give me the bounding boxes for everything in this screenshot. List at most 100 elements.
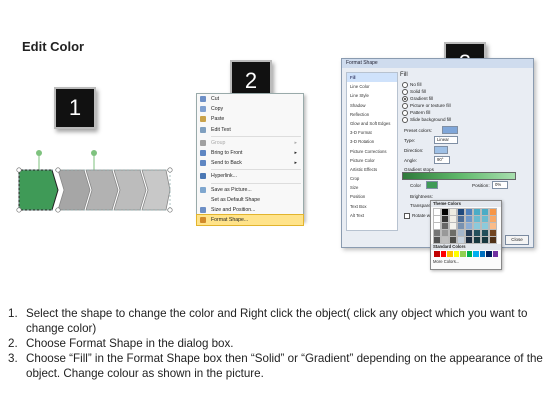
page-title: Edit Color	[22, 39, 85, 54]
menu-item-save-as-picture[interactable]: Save as Picture...	[197, 185, 303, 195]
menu-item-paste[interactable]: Paste	[197, 114, 303, 124]
sidebar-item-size[interactable]: Size	[347, 183, 397, 192]
menu-separator	[211, 135, 301, 137]
theme-color-swatch[interactable]	[449, 208, 457, 216]
angle-field[interactable]: 90°	[434, 156, 450, 164]
theme-color-swatch[interactable]	[441, 222, 449, 230]
theme-color-swatch[interactable]	[481, 222, 489, 230]
standard-color-swatch[interactable]	[460, 251, 466, 257]
sidebar-item-glow-and-soft-edges[interactable]: Glow and Soft Edges	[347, 119, 397, 128]
theme-color-swatch[interactable]	[433, 222, 441, 230]
option-gradient-fill[interactable]: Gradient fill	[402, 96, 433, 102]
theme-color-swatch[interactable]	[481, 229, 489, 237]
theme-color-swatch[interactable]	[441, 236, 449, 244]
theme-color-swatch[interactable]	[473, 215, 481, 223]
standard-color-swatch[interactable]	[473, 251, 479, 257]
arrow-shapes[interactable]	[14, 150, 174, 220]
sidebar-item-line-style[interactable]: Line Style	[347, 91, 397, 100]
theme-color-swatch[interactable]	[433, 236, 441, 244]
option-picture-fill[interactable]: Picture or texture fill	[402, 103, 451, 109]
position-field[interactable]: 0%	[492, 181, 508, 189]
theme-color-swatch[interactable]	[489, 222, 497, 230]
theme-color-swatch[interactable]	[457, 215, 465, 223]
theme-color-swatch[interactable]	[473, 229, 481, 237]
shape-sample[interactable]	[14, 150, 174, 220]
menu-item-cut[interactable]: Cut	[197, 94, 303, 104]
theme-color-swatch[interactable]	[441, 215, 449, 223]
theme-color-swatch[interactable]	[489, 236, 497, 244]
theme-color-swatch[interactable]	[473, 222, 481, 230]
standard-color-swatch[interactable]	[447, 251, 453, 257]
sidebar-item-alt-text[interactable]: Alt Text	[347, 211, 397, 220]
option-solid-fill[interactable]: Solid fill	[402, 89, 426, 95]
theme-color-swatch[interactable]	[449, 236, 457, 244]
theme-color-swatch[interactable]	[481, 236, 489, 244]
menu-item-edit-text[interactable]: Edit Text	[197, 125, 303, 135]
sidebar-item-line-color[interactable]: Line Color	[347, 82, 397, 91]
sidebar-item-3-d-format[interactable]: 3-D Format	[347, 128, 397, 137]
menu-item-group[interactable]: Group ▸	[197, 138, 303, 148]
theme-color-swatch[interactable]	[433, 229, 441, 237]
theme-color-swatch[interactable]	[441, 229, 449, 237]
theme-color-swatch[interactable]	[449, 229, 457, 237]
theme-color-swatch[interactable]	[433, 215, 441, 223]
sidebar-item-crop[interactable]: Crop	[347, 174, 397, 183]
menu-item-bring-to-front[interactable]: Bring to Front ▸	[197, 148, 303, 158]
theme-color-swatch[interactable]	[465, 229, 473, 237]
menu-item-copy[interactable]: Copy	[197, 104, 303, 114]
type-dropdown[interactable]: Linear	[434, 136, 458, 144]
theme-color-swatch[interactable]	[433, 208, 441, 216]
theme-color-swatch[interactable]	[441, 208, 449, 216]
menu-item-set-as-default-shape[interactable]: Set as Default Shape	[197, 195, 303, 205]
option-no-fill[interactable]: No fill	[402, 82, 422, 88]
standard-color-swatch[interactable]	[492, 251, 498, 257]
theme-color-swatch[interactable]	[457, 222, 465, 230]
menu-item-hyperlink[interactable]: Hyperlink...	[197, 171, 303, 181]
theme-color-swatch[interactable]	[465, 215, 473, 223]
sidebar-item-artistic-effects[interactable]: Artistic Effects	[347, 165, 397, 174]
theme-color-swatch[interactable]	[473, 236, 481, 244]
sidebar-item-reflection[interactable]: Reflection	[347, 110, 397, 119]
theme-color-swatch[interactable]	[473, 208, 481, 216]
color-picker-button[interactable]	[426, 181, 438, 189]
option-slide-background-fill[interactable]: Slide background fill	[402, 117, 451, 123]
standard-color-swatch[interactable]	[453, 251, 459, 257]
sidebar-item-3-d-rotation[interactable]: 3-D Rotation	[347, 137, 397, 146]
menu-item-send-to-back[interactable]: Send to Back ▸	[197, 158, 303, 168]
theme-color-swatch[interactable]	[465, 208, 473, 216]
sidebar-item-text-box[interactable]: Text Box	[347, 202, 397, 211]
theme-color-swatch[interactable]	[457, 229, 465, 237]
sidebar-item-picture-color[interactable]: Picture Color	[347, 156, 397, 165]
standard-color-swatch[interactable]	[479, 251, 485, 257]
sidebar-item-position[interactable]: Position	[347, 192, 397, 201]
more-colors-link[interactable]: More Colors...	[433, 259, 459, 264]
direction-dropdown[interactable]	[434, 146, 448, 154]
theme-color-swatch[interactable]	[481, 215, 489, 223]
theme-color-swatch[interactable]	[449, 222, 457, 230]
theme-color-swatch[interactable]	[465, 236, 473, 244]
theme-color-swatch[interactable]	[489, 229, 497, 237]
theme-color-swatch[interactable]	[449, 215, 457, 223]
theme-color-swatch[interactable]	[457, 236, 465, 244]
theme-color-swatch[interactable]	[489, 215, 497, 223]
close-button[interactable]: Close	[505, 235, 529, 245]
sidebar-item-fill[interactable]: Fill	[347, 73, 397, 83]
menu-item-label: Save as Picture...	[211, 186, 252, 193]
option-pattern-fill[interactable]: Pattern fill	[402, 110, 430, 116]
sidebar-item-shadow[interactable]: Shadow	[347, 101, 397, 110]
standard-color-swatch[interactable]	[434, 251, 440, 257]
standard-color-swatch[interactable]	[466, 251, 472, 257]
standard-color-swatch[interactable]	[440, 251, 446, 257]
gradient-stops-bar[interactable]	[402, 172, 516, 180]
menu-item-size-and-position[interactable]: Size and Position...	[197, 205, 303, 215]
preset-colors-dropdown[interactable]	[442, 126, 458, 134]
theme-color-swatch[interactable]	[481, 208, 489, 216]
standard-color-swatch[interactable]	[486, 251, 492, 257]
checkbox-icon	[404, 213, 410, 219]
theme-color-swatch[interactable]	[489, 208, 497, 216]
theme-color-swatch[interactable]	[457, 208, 465, 216]
sidebar-item-picture-corrections[interactable]: Picture Corrections	[347, 147, 397, 156]
menu-item-format-shape[interactable]: Format Shape...	[196, 214, 304, 227]
theme-color-swatch[interactable]	[465, 222, 473, 230]
selected-segment	[18, 169, 59, 211]
